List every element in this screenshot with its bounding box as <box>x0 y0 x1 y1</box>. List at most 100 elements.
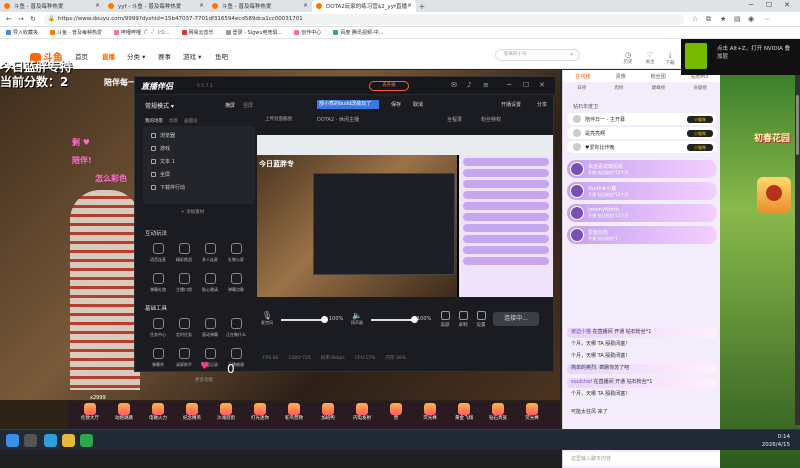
close-icon[interactable]: × <box>407 2 412 9</box>
share-button[interactable]: 分享 <box>537 101 547 108</box>
star-icon[interactable]: ☆ <box>692 15 698 23</box>
close-icon[interactable]: × <box>95 2 100 9</box>
close-window-icon[interactable]: ✕ <box>780 1 794 9</box>
forward-icon[interactable]: → <box>18 15 24 23</box>
refresh-icon[interactable]: ↻ <box>30 15 36 23</box>
more-functions-button[interactable]: 更多功能 <box>195 377 213 383</box>
rank-row[interactable]: 是亮亮啊 小猫咪 <box>567 127 717 139</box>
user-card[interactable]: JohnnyNorth 开通 钻石粉丝*12个月 <box>567 204 717 222</box>
system-clock[interactable]: 0:14 2026/4/15 <box>762 433 790 449</box>
user-card[interactable]: 爱酱丝粉 开通 钻石粉丝*1 <box>567 226 717 244</box>
portrait-toggle[interactable]: 竖屏 <box>243 102 253 109</box>
wechat-icon[interactable] <box>80 434 93 447</box>
favorites-icon[interactable]: ★ <box>720 15 726 23</box>
chat-input[interactable]: 这里输入聊天内容 <box>563 452 721 466</box>
rank-day[interactable]: 日榜 <box>577 85 586 91</box>
interact-tool[interactable]: 贴心邀请 <box>199 273 221 293</box>
bookmark-import[interactable]: 导入收藏夹 <box>6 29 38 36</box>
user-card[interactable]: 永远喜欢嗅闲花 开播 钻石粉丝*12个月 <box>567 160 717 178</box>
record-button[interactable]: 录制 <box>455 311 471 328</box>
interact-tool[interactable]: 弹幕点歌 <box>225 273 247 293</box>
gift-item[interactable]: 纪念精英 <box>178 401 206 421</box>
interact-tool[interactable]: 多人连麦 <box>199 243 221 263</box>
gift-item[interactable]: 动感跳跳 <box>110 401 138 421</box>
bookmark-login[interactable]: 登录 - Sigwu电竞俱... <box>225 29 282 36</box>
rank-week[interactable]: 周榜 <box>614 85 623 91</box>
user-card[interactable]: Youth♦小鑫 开通 钻石粉丝*12个月 <box>567 182 717 200</box>
speaker-control[interactable]: 🔈 扬声器 <box>351 311 363 326</box>
source-item[interactable]: 浏览器 <box>151 130 251 141</box>
bookmark-bilibili[interactable]: 哔哩哔哩（゜-゜)つ... <box>114 29 170 36</box>
maximize-icon[interactable]: ☐ <box>762 1 776 9</box>
gift-item[interactable]: 黄金飞翔 <box>450 401 478 421</box>
event-logo[interactable]: 初春花园 <box>748 134 796 144</box>
close-icon[interactable]: × <box>199 2 204 9</box>
bookmark-netease[interactable]: 网易云音乐 <box>181 29 214 36</box>
add-source-button[interactable]: + 添加素材 <box>181 209 204 215</box>
rank-row[interactable]: 陪伴日一 - 主开幕 小猫咪 <box>567 113 717 125</box>
event-button[interactable] <box>757 177 791 213</box>
nav-events[interactable]: 赛事 <box>158 51 171 61</box>
fans-privilege[interactable]: 粉丝特权 <box>481 116 501 123</box>
rank-peak[interactable]: 巅峰榜 <box>652 85 666 91</box>
slider-handle[interactable] <box>321 316 328 323</box>
interact-tool[interactable]: 弹幕礼物 <box>147 273 169 293</box>
basic-tool[interactable]: 定时任务 <box>173 318 195 338</box>
save-button[interactable]: 保存 <box>391 101 401 108</box>
gift-item[interactable]: 加班鸭 <box>314 401 342 421</box>
basic-tool[interactable]: 正在做什么 <box>225 318 247 338</box>
extensions-icon[interactable]: ⧉ <box>706 15 711 24</box>
full-record-toggle[interactable]: 全程录 <box>447 116 462 123</box>
close-icon[interactable]: × <box>303 2 308 9</box>
interact-tool[interactable]: 礼物公屏 <box>225 243 247 263</box>
basic-tool[interactable]: 滚动弹幕 <box>199 318 221 338</box>
browser-tab-4[interactable]: DOTA2玩家的练习营$2_yyf直播 × <box>312 0 416 12</box>
rank-row[interactable]: ♥爱你比作晚 小猫咪 <box>567 141 717 153</box>
minimize-icon[interactable]: ─ <box>507 81 511 89</box>
tab-nobles[interactable]: 贵族 <box>616 73 626 80</box>
tab-canvas[interactable]: 画面设 <box>184 118 198 124</box>
browser-tab-1[interactable]: 斗鱼 - 普及每种热爱 × <box>0 0 104 12</box>
bookmark-douyu[interactable]: 斗鱼 - 普及每种热爱 <box>50 29 102 36</box>
file-explorer-icon[interactable] <box>62 434 75 447</box>
history-button[interactable]: ◷ 历史 <box>618 51 638 65</box>
minimize-icon[interactable]: ─ <box>744 1 758 9</box>
go-live-button[interactable]: 连接中... <box>493 312 539 326</box>
basic-tool[interactable]: 弹幕秀 <box>147 348 169 368</box>
back-icon[interactable]: ← <box>6 15 12 23</box>
nav-games[interactable]: 游戏 ▾ <box>183 51 201 61</box>
live-settings-button[interactable]: 开播设置 <box>501 101 521 108</box>
landscape-toggle[interactable]: 横屏 <box>225 102 235 109</box>
basic-tool[interactable]: 录屏助手 <box>173 348 195 368</box>
tab-fan-group[interactable]: 粉丝团 <box>651 73 666 80</box>
search-icon[interactable]: ⌕ <box>570 50 574 59</box>
edge-browser-icon[interactable] <box>44 434 57 447</box>
interact-tool[interactable]: 主播口袋 <box>173 273 195 293</box>
speaker-volume-slider[interactable] <box>371 316 418 323</box>
mode-select[interactable]: 常规模式 ▾ <box>145 101 174 110</box>
settings-button[interactable]: 设置 <box>473 311 489 328</box>
bookmark-creator[interactable]: 创作中心 <box>294 29 321 36</box>
nvidia-overlay-toast[interactable]: 点击 Alt+Z，打开 NVIDIA 叠加层 <box>681 39 800 75</box>
bookmark-video[interactable]: 百度 腾讯视频-中... <box>333 29 383 36</box>
message-icon[interactable]: ✉ <box>451 81 457 89</box>
nav-yuba[interactable]: 鱼吧 <box>215 51 228 61</box>
gift-item[interactable]: 赞 <box>382 401 410 421</box>
browser-tab-2[interactable]: yyf - 斗鱼 - 普及每种热爱 × <box>104 0 208 12</box>
upgrade-button[interactable]: 去升级 <box>369 81 409 91</box>
bell-icon[interactable]: ♪ <box>467 81 471 89</box>
search-input[interactable]: 新来的小鸟 <box>495 49 580 61</box>
page-scrollbar[interactable] <box>795 75 800 425</box>
collections-icon[interactable]: ▤ <box>734 15 741 23</box>
stream-preview[interactable]: 今日蓝胖专 <box>257 135 553 297</box>
follow-button[interactable]: ♡ 关注 <box>640 51 660 65</box>
beauty-button[interactable]: 美颜 <box>437 311 453 328</box>
new-tab-button[interactable]: + <box>416 2 428 11</box>
stream-title-input[interactable]: 部小煮的build改装玩了 <box>317 100 379 109</box>
gift-item[interactable]: 伦敦大厅 <box>76 401 104 421</box>
download-button[interactable]: ⤓ 下载 <box>660 51 680 66</box>
cover-upload[interactable]: 上传封面截图 <box>265 116 292 122</box>
nav-home[interactable]: 首页 <box>75 51 88 61</box>
scrollbar-thumb[interactable] <box>796 95 799 155</box>
category-select[interactable]: DOTA2 - 休闲主播 <box>317 116 359 123</box>
